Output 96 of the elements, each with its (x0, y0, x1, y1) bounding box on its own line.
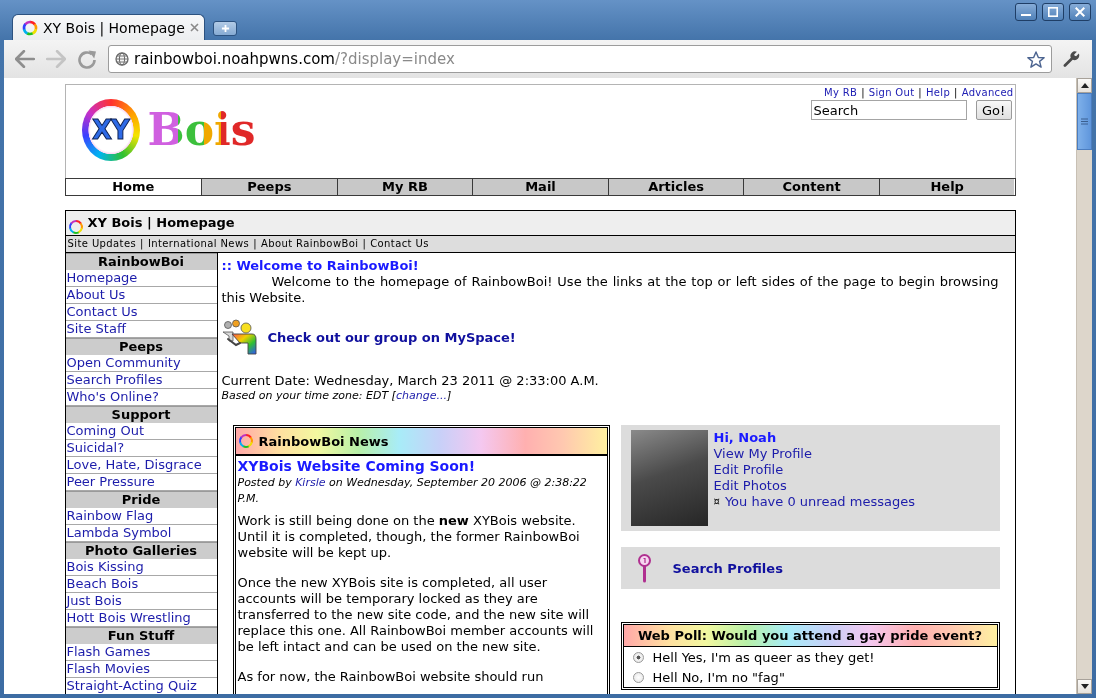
section-link[interactable]: Contact Us (370, 238, 429, 249)
sidebar-heading: Pride (65, 491, 217, 508)
sidebar-heading: Fun Stuff (65, 627, 217, 644)
search-icon (636, 553, 652, 583)
top-link[interactable]: My RB (824, 87, 858, 98)
down-arrow-icon (1080, 684, 1089, 689)
search-field[interactable]: Search (810, 100, 967, 120)
top-link[interactable]: Help (926, 87, 951, 98)
nav-tab[interactable]: Mail (472, 179, 608, 195)
news-heading: RainbowBoi News (258, 433, 389, 449)
nav-tab[interactable]: My RB (336, 179, 473, 195)
sidebar-link[interactable]: Rainbow Flag (65, 508, 217, 525)
link-separator: | (253, 238, 257, 249)
go-button[interactable]: Go! (975, 100, 1012, 120)
sidebar-link[interactable]: Flash Games (65, 644, 217, 661)
poll-option[interactable]: Hell No, I'm no "fag" (652, 669, 785, 685)
minimize-icon (1021, 14, 1031, 16)
top-link[interactable]: Sign Out (868, 87, 915, 98)
sidebar-link[interactable]: Homepage (65, 270, 217, 287)
section-link[interactable]: International News (147, 238, 250, 249)
sidebar-link[interactable]: Just Bois (65, 593, 217, 610)
sidebar-link[interactable]: Love, Hate, Disgrace (65, 457, 217, 474)
back-icon[interactable] (15, 50, 35, 68)
maximize-button[interactable] (1042, 3, 1064, 21)
timezone-note: Based on your time zone: EDT [change...] (221, 389, 453, 403)
nav-tab[interactable]: Peeps (201, 179, 337, 195)
grip-icon (1081, 118, 1088, 125)
new-tab-button[interactable] (213, 21, 237, 36)
plus-icon (220, 24, 230, 33)
wrench-icon[interactable] (1063, 50, 1080, 68)
close-icon (1075, 7, 1085, 17)
browser-tab[interactable]: XY Bois | Homepage (12, 14, 205, 40)
people-icon (221, 319, 258, 355)
sidebar-link[interactable]: Suicidal? (65, 440, 217, 457)
link-separator: | (140, 238, 144, 249)
profile-link[interactable]: Edit Profile (713, 462, 784, 478)
minimize-button[interactable] (1015, 3, 1037, 21)
radio-button[interactable] (632, 651, 644, 663)
sidebar-link[interactable]: About Us (65, 287, 217, 304)
author-link[interactable]: Kirsle (295, 476, 326, 489)
sidebar-link[interactable]: Straight-Acting Quiz (65, 678, 217, 694)
globe-icon (115, 52, 129, 66)
news-paragraph: Once the new XYBois site is completed, all user accounts will be temporary locked as they are transferred to the new site code, and the new site will replace this one. All RainbowBoi member accounts will be left intact and can be used on the new site. (237, 575, 595, 655)
star-icon[interactable] (1027, 50, 1045, 68)
news-byline: Posted by Kirsle on Wednesday, September 20 2006 @ 2:38:22 P.M. (237, 475, 588, 507)
ring-icon (22, 19, 38, 36)
link-separator: | (362, 238, 367, 249)
up-arrow-icon (1080, 83, 1089, 88)
maximize-icon (1048, 7, 1058, 17)
sidebar-link[interactable]: Flash Movies (65, 661, 217, 678)
nav-tab[interactable]: Help (878, 179, 1015, 195)
sidebar-link[interactable]: Bois Kissing (65, 559, 217, 576)
current-date: Current Date: Wednesday, March 23 2011 @ 2:33:00 A.M. (221, 373, 600, 389)
sidebar-link[interactable]: Beach Bois (65, 576, 217, 593)
close-icon[interactable] (189, 23, 199, 32)
sidebar-heading: Support (65, 406, 217, 423)
nav-tab[interactable]: Articles (607, 179, 744, 195)
sidebar-heading: Photo Galleries (65, 542, 217, 559)
welcome-text: Welcome to the homepage of RainbowBoi! Use the links at the top or left sides of the page to begin browsing this Website. (221, 274, 999, 306)
nav-tab[interactable]: Content (743, 179, 879, 195)
address-field[interactable]: rainbowboi.noahpwns.com/?display=index (108, 45, 1052, 73)
sidebar-link[interactable]: Coming Out (65, 423, 217, 440)
poll-question: Web Poll: Would you attend a gay pride event? (623, 625, 997, 647)
page-title: XY Bois | Homepage (87, 215, 235, 231)
radio-button[interactable] (632, 671, 644, 683)
sidebar-heading: Peeps (65, 338, 217, 355)
ring-icon (67, 219, 84, 235)
bullet: ¤ (713, 495, 720, 509)
profile-link[interactable]: Edit Photos (713, 478, 787, 494)
poll-option[interactable]: Hell Yes, I'm as queer as they get! (652, 649, 875, 665)
change-link[interactable]: change... (395, 389, 447, 402)
news-paragraph: Work is still being done on the new XYBois website. Until it is completed, though, the former RainbowBoi website will be kept up. (237, 513, 581, 561)
greeting: Hi, Noah (713, 430, 777, 446)
scrollbar-track[interactable] (1076, 78, 1092, 694)
section-link[interactable]: About RainbowBoi (260, 238, 359, 249)
scrollbar-thumb[interactable] (1077, 93, 1092, 150)
news-headline[interactable]: XYBois Website Coming Soon! (237, 458, 603, 475)
ring-icon (237, 433, 254, 449)
welcome-heading: :: Welcome to RainbowBoi! (221, 258, 420, 274)
sidebar-link[interactable]: Open Community (65, 355, 217, 372)
link-separator: | (918, 87, 923, 98)
sidebar-link[interactable]: Search Profiles (65, 372, 217, 389)
section-link[interactable]: Site Updates (67, 238, 137, 249)
messages-link[interactable]: You have 0 unread messages (724, 494, 915, 510)
scroll-up-button[interactable] (1077, 78, 1092, 93)
top-link[interactable]: Advanced (961, 87, 1014, 98)
news-paragraph: As for now, the RainbowBoi website should run (237, 669, 545, 685)
profile-link[interactable]: View My Profile (713, 446, 812, 462)
link-separator: | (954, 87, 958, 98)
close-button[interactable] (1069, 3, 1091, 21)
search-profiles-link[interactable]: Search Profiles (672, 560, 783, 576)
scroll-down-button[interactable] (1077, 679, 1092, 694)
sidebar-link[interactable]: Contact Us (65, 304, 217, 321)
sidebar-heading: RainbowBoi (65, 253, 217, 270)
link-separator: | (861, 87, 865, 98)
myspace-link[interactable]: Check out our group on MySpace! (267, 329, 516, 345)
